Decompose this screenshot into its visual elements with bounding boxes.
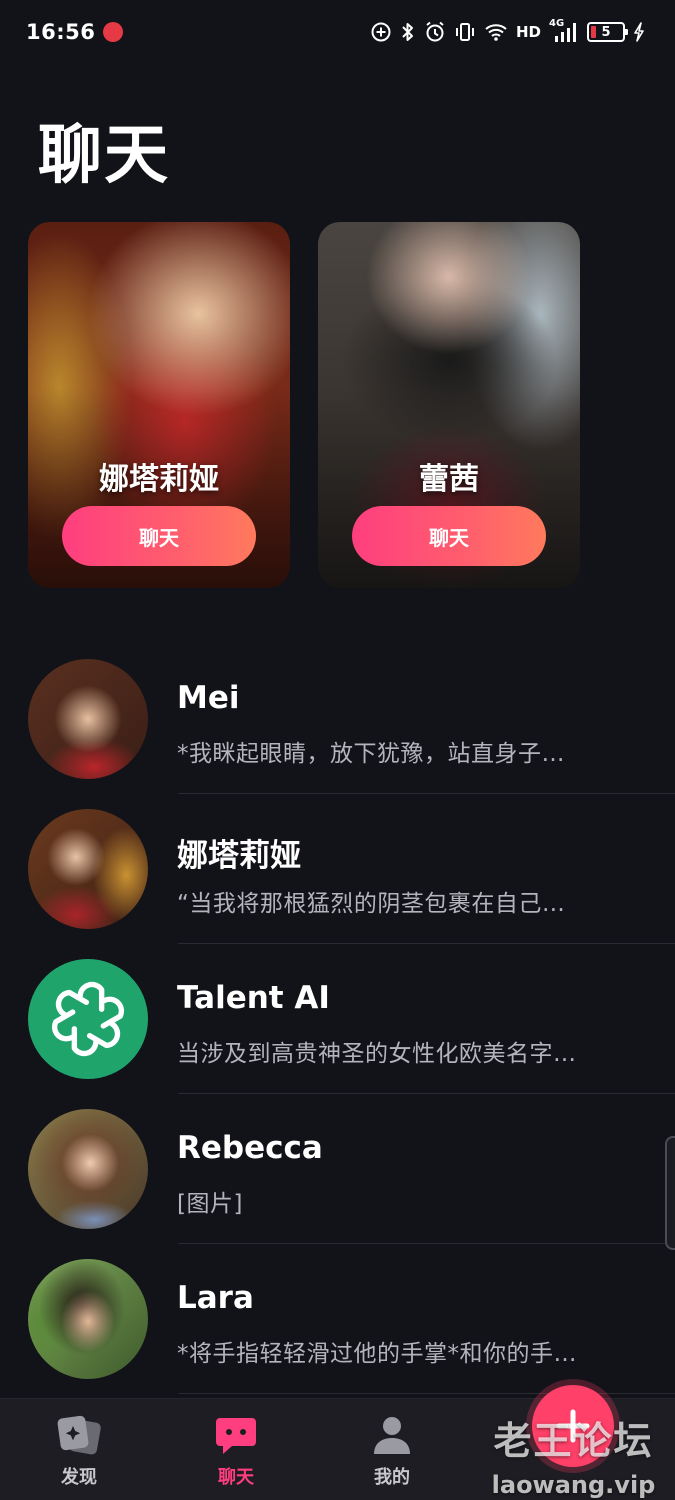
- chat-list: Mei *我眯起眼睛，放下犹豫，站直身子… 娜塔莉娅 “当我将那根猛烈的阴茎包裹…: [0, 644, 675, 1394]
- featured-cards: 娜塔莉娅 聊天 蕾茜 聊天: [28, 222, 580, 588]
- chat-list-item[interactable]: Mei *我眯起眼睛，放下犹豫，站直身子…: [0, 644, 675, 794]
- chat-list-item[interactable]: Talent AI 当涉及到高贵神圣的女性化欧美名字…: [0, 944, 675, 1094]
- avatar: [28, 1259, 148, 1379]
- avatar: [28, 809, 148, 929]
- chat-name: Talent AI: [177, 980, 330, 1016]
- wifi-icon: [485, 24, 507, 41]
- chat-preview: *我眯起眼睛，放下犹豫，站直身子…: [177, 741, 565, 767]
- discover-icon: [53, 1413, 105, 1457]
- nav-item-chat[interactable]: 聊天: [186, 1413, 286, 1489]
- data-saver-icon: [371, 22, 391, 42]
- nav-label: 聊天: [218, 1467, 254, 1488]
- avatar: [28, 959, 148, 1079]
- chat-list-item[interactable]: Lara *将手指轻轻滑过他的手掌*和你的手…: [0, 1244, 675, 1394]
- featured-card[interactable]: 蕾茜 聊天: [318, 222, 580, 588]
- divider: [178, 1393, 675, 1394]
- side-drawer-handle[interactable]: [665, 1136, 675, 1250]
- chat-list-item[interactable]: Rebecca [图片]: [0, 1094, 675, 1244]
- status-bar: 16:56 HD 4G 5: [0, 0, 675, 64]
- chat-preview: 当涉及到高贵神圣的女性化欧美名字…: [177, 1041, 577, 1067]
- chat-preview: [图片]: [177, 1191, 243, 1217]
- battery-icon: 5: [587, 22, 628, 42]
- status-right: HD 4G 5: [370, 18, 645, 44]
- chat-name: Rebecca: [177, 1130, 323, 1166]
- chat-name: Lara: [177, 1280, 254, 1316]
- status-left: 16:56: [26, 20, 124, 44]
- chat-name: Mei: [177, 680, 240, 716]
- nav-item-mine[interactable]: 我的: [342, 1413, 442, 1489]
- bluetooth-icon: [402, 23, 413, 41]
- featured-card-name: 蕾茜: [419, 462, 479, 497]
- battery-level: 5: [601, 24, 611, 40]
- profile-icon: [366, 1413, 418, 1457]
- charging-icon: [634, 22, 644, 42]
- notification-badge-icon: [103, 22, 124, 42]
- signal-icon: 4G: [549, 18, 579, 44]
- vibrate-icon: [455, 23, 474, 41]
- featured-card-name: 娜塔莉娅: [99, 462, 219, 497]
- add-button[interactable]: [532, 1385, 614, 1467]
- nav-item-discover[interactable]: 发现: [29, 1413, 129, 1489]
- chat-button[interactable]: 聊天: [352, 506, 546, 566]
- chat-list-item[interactable]: 娜塔莉娅 “当我将那根猛烈的阴茎包裹在自己…: [0, 794, 675, 944]
- avatar: [28, 1109, 148, 1229]
- chat-button[interactable]: 聊天: [62, 506, 256, 566]
- chat-preview: “当我将那根猛烈的阴茎包裹在自己…: [177, 891, 566, 917]
- featured-card[interactable]: 娜塔莉娅 聊天: [28, 222, 290, 588]
- avatar: [28, 659, 148, 779]
- status-time: 16:56: [26, 20, 96, 44]
- network-type-label: HD: [515, 23, 541, 41]
- chat-preview: *将手指轻轻滑过他的手掌*和你的手…: [177, 1341, 577, 1367]
- openai-logo-icon: [51, 981, 125, 1057]
- page-title: 聊天: [38, 119, 170, 193]
- plus-icon: [556, 1409, 590, 1443]
- nav-label: 发现: [61, 1467, 97, 1488]
- alarm-icon: [426, 21, 444, 42]
- nav-label: 我的: [374, 1467, 410, 1488]
- chat-name: 娜塔莉娅: [177, 838, 301, 874]
- chat-bubble-icon: [210, 1413, 262, 1457]
